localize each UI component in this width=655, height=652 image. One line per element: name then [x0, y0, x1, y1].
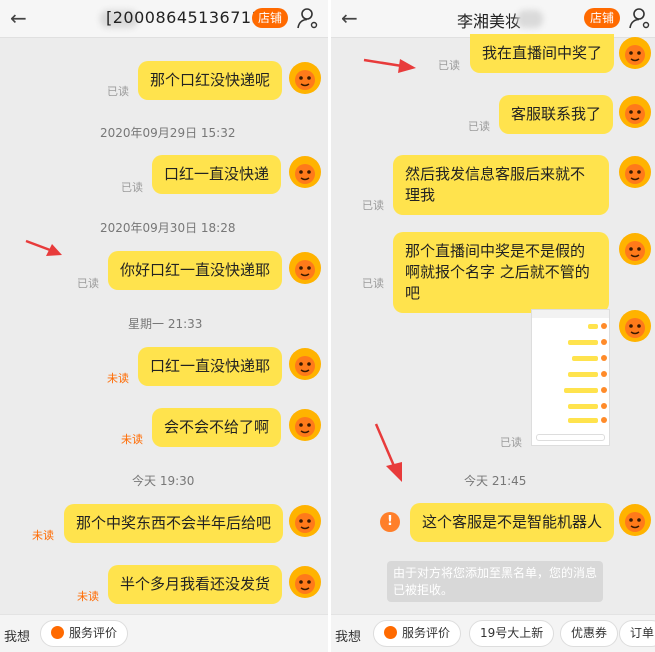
user-avatar-icon[interactable]: [288, 408, 322, 442]
image-detail: [564, 388, 598, 393]
system-notice: 由于对方将您添加至黑名单，您的消息已被拒收。: [387, 561, 603, 602]
image-detail: [568, 340, 598, 345]
screenshot-image-message[interactable]: [531, 309, 610, 446]
message-bubble[interactable]: 这个客服是不是智能机器人: [410, 503, 615, 542]
user-avatar-icon[interactable]: [618, 36, 652, 70]
image-detail: [601, 417, 607, 423]
timestamp: 2020年09月30日 18:28: [100, 221, 236, 235]
read-status: 已读: [121, 181, 143, 194]
message-bubble[interactable]: 口红一直没快递: [152, 155, 282, 194]
timestamp: 2020年09月29日 15:32: [100, 126, 236, 140]
user-avatar-icon[interactable]: [288, 251, 322, 285]
chat-header: ← [20008645136713] 店铺: [0, 0, 328, 38]
image-detail: [601, 403, 607, 409]
image-detail: [536, 434, 605, 441]
unread-status: 未读: [32, 529, 54, 542]
back-arrow-icon[interactable]: ←: [10, 6, 27, 30]
back-arrow-icon[interactable]: ←: [341, 6, 358, 30]
message-bubble[interactable]: 然后我发信息客服后来就不理我: [393, 155, 609, 215]
message-bubble[interactable]: 客服联系我了: [499, 95, 614, 134]
chat-title: 李湘美妆: [457, 12, 522, 31]
shop-button[interactable]: 店铺: [252, 8, 288, 28]
chat-header: ← 李湘美妆 店铺: [331, 0, 655, 38]
image-detail: [601, 371, 607, 377]
quick-actions-label: 我想: [4, 630, 31, 645]
read-status: 已读: [362, 199, 384, 212]
unread-status: 未读: [107, 372, 129, 385]
unread-status: 未读: [121, 433, 143, 446]
read-status: 已读: [468, 120, 490, 133]
read-status: 已读: [107, 85, 129, 98]
message-bubble[interactable]: 会不会不给了啊: [152, 408, 282, 447]
image-detail: [572, 356, 598, 361]
user-avatar-icon[interactable]: [288, 504, 322, 538]
red-arrow-annotation: [363, 58, 416, 73]
redacted-blur: [517, 10, 543, 28]
chip-label: 服务评价: [402, 626, 451, 640]
message-bubble[interactable]: 那个直播间中奖是不是假的啊就报个名字 之后就不管的吧: [393, 232, 609, 313]
user-avatar-icon[interactable]: [618, 232, 652, 266]
image-detail: [568, 418, 598, 423]
user-avatar-icon[interactable]: [618, 155, 652, 189]
user-settings-icon[interactable]: [628, 6, 652, 30]
quick-actions-label: 我想: [335, 630, 362, 645]
unread-status: 未读: [77, 590, 99, 603]
service-icon: [51, 626, 64, 639]
timestamp: 今天 21:45: [464, 474, 527, 488]
quick-actions-bar: 我想 服务评价: [0, 614, 328, 652]
image-detail: [588, 324, 598, 329]
user-avatar-icon[interactable]: [618, 95, 652, 129]
message-bubble[interactable]: 口红一直没快递耶: [138, 347, 283, 386]
image-detail: [568, 372, 598, 377]
coupon-chip[interactable]: 优惠券: [560, 620, 619, 647]
user-settings-icon[interactable]: [296, 6, 320, 30]
read-status: 已读: [77, 277, 99, 290]
user-avatar-icon[interactable]: [288, 155, 322, 189]
image-detail: [601, 355, 607, 361]
timestamp: 星期一 21:33: [128, 317, 203, 331]
image-detail: [601, 339, 607, 345]
chat-panel-left: ← [20008645136713] 店铺 那个口红没快递呢 已读 2020年0…: [0, 0, 328, 652]
user-avatar-icon[interactable]: [618, 503, 652, 537]
read-status: 已读: [438, 59, 460, 72]
quick-actions-bar: 我想 服务评价 19号大上新 优惠券 订单: [331, 614, 655, 652]
image-detail: [601, 323, 607, 329]
shop-button[interactable]: 店铺: [584, 8, 620, 28]
chat-title: [20008645136713]: [106, 8, 269, 27]
message-bubble[interactable]: 我在直播间中奖了: [470, 34, 615, 73]
user-avatar-icon[interactable]: [618, 309, 652, 343]
message-bubble[interactable]: 那个中奖东西不会半年后给吧: [64, 504, 284, 543]
message-bubble[interactable]: 半个多月我看还没发货: [108, 565, 283, 604]
send-failed-icon[interactable]: !: [380, 512, 400, 532]
image-detail: [568, 404, 598, 409]
message-bubble[interactable]: 那个口红没快递呢: [138, 61, 283, 100]
read-status: 已读: [362, 277, 384, 290]
user-avatar-icon[interactable]: [288, 565, 322, 599]
new-arrivals-chip[interactable]: 19号大上新: [469, 620, 555, 647]
service-review-chip[interactable]: 服务评价: [373, 620, 462, 647]
service-icon: [384, 626, 397, 639]
order-chip[interactable]: 订单: [619, 620, 655, 647]
read-status: 已读: [500, 436, 522, 449]
red-arrow-annotation: [374, 423, 402, 482]
red-arrow-annotation: [25, 239, 62, 256]
user-avatar-icon[interactable]: [288, 61, 322, 95]
user-avatar-icon[interactable]: [288, 347, 322, 381]
chip-label: 服务评价: [69, 626, 118, 640]
timestamp: 今天 19:30: [132, 474, 195, 488]
service-review-chip[interactable]: 服务评价: [40, 620, 129, 647]
image-status-bar: [532, 310, 609, 318]
message-bubble[interactable]: 你好口红一直没快递耶: [108, 251, 283, 290]
image-detail: [601, 387, 607, 393]
